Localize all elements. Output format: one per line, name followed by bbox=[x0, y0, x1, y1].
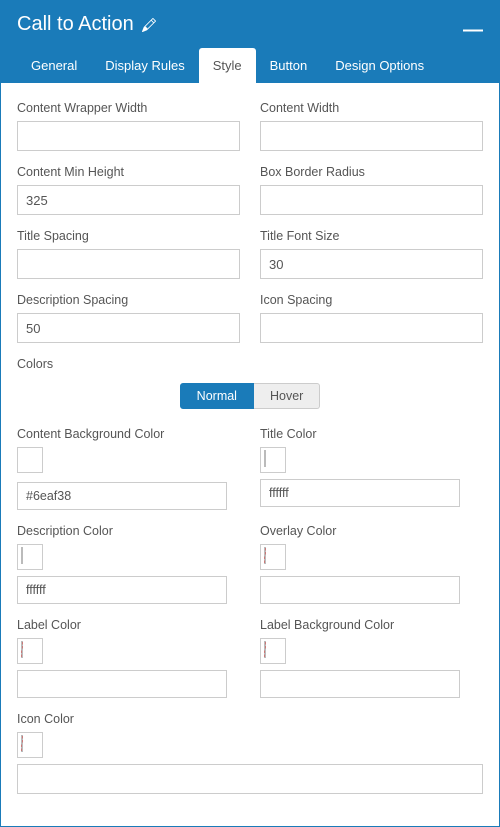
panel-title: Call to Action bbox=[17, 13, 156, 36]
description-spacing-input[interactable] bbox=[17, 313, 240, 343]
title-row: Call to Action — bbox=[17, 13, 483, 48]
toggle-hover[interactable]: Hover bbox=[254, 383, 320, 409]
tab-design-options[interactable]: Design Options bbox=[321, 48, 438, 83]
toggle-normal[interactable]: Normal bbox=[180, 383, 254, 409]
content-bg-swatch[interactable] bbox=[17, 447, 43, 473]
content-bg-color-input[interactable] bbox=[17, 482, 227, 510]
label-color-label: Label Color bbox=[17, 618, 240, 632]
tabs-nav: General Display Rules Style Button Desig… bbox=[17, 48, 483, 83]
pencil-icon bbox=[142, 18, 156, 32]
icon-spacing-input[interactable] bbox=[260, 313, 483, 343]
box-border-radius-label: Box Border Radius bbox=[260, 165, 483, 179]
label-color-swatch[interactable] bbox=[17, 638, 43, 664]
description-spacing-label: Description Spacing bbox=[17, 293, 240, 307]
panel-header: Call to Action — General Display Rules S… bbox=[1, 1, 499, 83]
minimize-button[interactable]: — bbox=[463, 19, 483, 42]
title-color-label: Title Color bbox=[260, 427, 483, 441]
colors-section-label: Colors bbox=[17, 357, 483, 371]
content-wrapper-width-input[interactable] bbox=[17, 121, 240, 151]
icon-color-swatch[interactable] bbox=[17, 732, 43, 758]
color-state-toggle: Normal Hover bbox=[17, 383, 483, 409]
title-text: Call to Action bbox=[17, 13, 134, 36]
title-font-size-input[interactable] bbox=[260, 249, 483, 279]
title-color-swatch[interactable] bbox=[260, 447, 286, 473]
description-color-label: Description Color bbox=[17, 524, 240, 538]
icon-color-label: Icon Color bbox=[17, 712, 483, 726]
title-spacing-label: Title Spacing bbox=[17, 229, 240, 243]
settings-panel: Call to Action — General Display Rules S… bbox=[0, 0, 500, 827]
tab-general[interactable]: General bbox=[17, 48, 91, 83]
title-color-input[interactable] bbox=[260, 479, 460, 507]
content-width-input[interactable] bbox=[260, 121, 483, 151]
icon-spacing-label: Icon Spacing bbox=[260, 293, 483, 307]
label-bg-color-input[interactable] bbox=[260, 670, 460, 698]
title-font-size-label: Title Font Size bbox=[260, 229, 483, 243]
tab-button[interactable]: Button bbox=[256, 48, 322, 83]
content-width-label: Content Width bbox=[260, 101, 483, 115]
overlay-color-label: Overlay Color bbox=[260, 524, 483, 538]
box-border-radius-input[interactable] bbox=[260, 185, 483, 215]
content-wrapper-width-label: Content Wrapper Width bbox=[17, 101, 240, 115]
content-min-height-input[interactable] bbox=[17, 185, 240, 215]
tab-display-rules[interactable]: Display Rules bbox=[91, 48, 198, 83]
label-color-input[interactable] bbox=[17, 670, 227, 698]
overlay-color-input[interactable] bbox=[260, 576, 460, 604]
panel-content: Content Wrapper Width Content Width Cont… bbox=[1, 83, 499, 826]
description-color-swatch[interactable] bbox=[17, 544, 43, 570]
description-color-input[interactable] bbox=[17, 576, 227, 604]
overlay-color-swatch[interactable] bbox=[260, 544, 286, 570]
content-bg-color-label: Content Background Color bbox=[17, 427, 240, 441]
content-min-height-label: Content Min Height bbox=[17, 165, 240, 179]
label-bg-color-swatch[interactable] bbox=[260, 638, 286, 664]
title-spacing-input[interactable] bbox=[17, 249, 240, 279]
icon-color-input[interactable] bbox=[17, 764, 483, 794]
tab-style[interactable]: Style bbox=[199, 48, 256, 83]
label-bg-color-label: Label Background Color bbox=[260, 618, 483, 632]
